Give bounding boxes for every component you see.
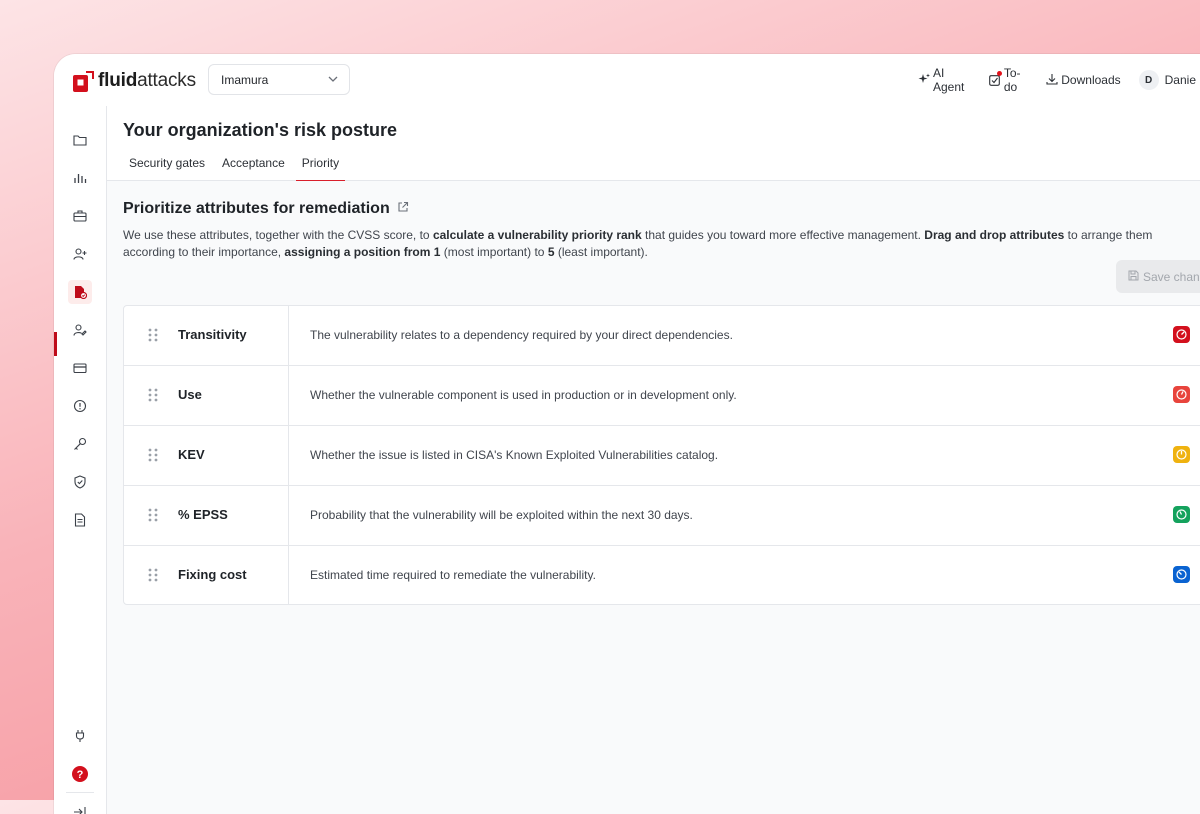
credit-card-icon[interactable] [68,356,92,380]
organization-select[interactable]: Imamura [208,64,350,95]
gauge-icon [1173,326,1190,343]
ai-agent-label: AI Agent [933,66,965,94]
ai-agent-button[interactable]: AI Agent [918,66,971,94]
todo-label: To-do [1003,66,1021,94]
attribute-name: Transitivity [178,327,247,342]
todo-button[interactable]: To-do [988,66,1028,94]
attributes-table: Transitivity The vulnerability relates t… [123,305,1200,605]
tab-priority[interactable]: Priority [295,156,346,182]
notification-dot [996,71,1002,76]
logo-text: fluidattacks [98,70,196,92]
downloads-button[interactable]: Downloads [1046,73,1121,88]
avatar: D [1138,70,1159,90]
attribute-name: KEV [178,447,205,462]
tab-bar: Security gates Acceptance Priority [123,156,350,182]
logo[interactable]: fluidattacks [72,70,196,92]
attribute-row-transitivity[interactable]: Transitivity The vulnerability relates t… [124,306,1200,366]
logo-text-bold: fluid [98,70,138,91]
section-description: We use these attributes, together with t… [123,227,1200,261]
attribute-row-kev[interactable]: KEV Whether the issue is listed in CISA'… [124,426,1200,486]
download-icon [1046,73,1061,88]
shield-check-icon[interactable] [68,470,92,494]
column-divider [288,306,289,365]
expand-sidebar-icon[interactable] [68,800,92,814]
sparkle-icon [918,73,933,88]
organization-select-value: Imamura [221,72,269,87]
drag-handle-icon[interactable] [148,568,158,587]
add-user-icon[interactable] [68,242,92,266]
active-indicator [54,332,57,356]
plug-icon[interactable] [68,724,92,748]
top-bar: fluidattacks Imamura AI Agent To-do Down… [54,54,1200,107]
top-actions: AI Agent To-do Downloads D Danie [918,54,1200,106]
attribute-description: Whether the vulnerable component is used… [310,388,737,402]
save-icon [1128,270,1143,284]
logo-mark-icon [72,71,94,92]
bar-chart-icon[interactable] [68,166,92,190]
user-menu[interactable]: D Danie [1138,70,1196,90]
key-icon[interactable] [68,432,92,456]
user-name: Danie [1164,73,1196,87]
attribute-row-use[interactable]: Use Whether the vulnerable component is … [124,366,1200,426]
gauge-icon [1173,506,1190,523]
logo-text-rest: attacks [137,70,196,91]
column-divider [288,426,289,485]
policy-document-icon[interactable] [68,280,92,304]
document-icon[interactable] [68,508,92,532]
downloads-label: Downloads [1061,73,1121,87]
drag-handle-icon[interactable] [148,508,158,527]
attribute-name: Use [178,387,202,402]
chevron-down-icon [327,73,339,88]
page-header: Your organization's risk posture Securit… [107,106,1200,182]
column-divider [288,546,289,604]
external-link-icon[interactable] [390,200,409,218]
drag-handle-icon[interactable] [148,328,158,347]
page-title: Your organization's risk posture [123,120,397,140]
tab-security-gates[interactable]: Security gates [123,156,211,180]
attribute-description: Probability that the vulnerability will … [310,508,693,522]
desc-bold-2: Drag and drop attributes [924,228,1065,242]
help-icon[interactable]: ? [68,762,92,786]
svg-text:?: ? [77,769,84,781]
attribute-name: % EPSS [178,507,228,522]
user-edit-icon[interactable] [68,318,92,342]
briefcase-icon[interactable] [68,204,92,228]
gauge-icon [1173,566,1190,583]
alert-circle-icon[interactable] [68,394,92,418]
attribute-description: The vulnerability relates to a dependenc… [310,328,733,342]
save-changes-button[interactable]: Save chang [1116,260,1200,293]
desc-part-1: We use these attributes, together with t… [123,228,433,242]
save-changes-label: Save chang [1143,269,1200,284]
desc-part-5: (least important). [554,245,648,259]
desc-part-2: that guides you toward more effective ma… [641,228,925,242]
attribute-description: Estimated time required to remediate the… [310,568,596,582]
attribute-name: Fixing cost [178,567,247,582]
attribute-row-epss[interactable]: % EPSS Probability that the vulnerabilit… [124,486,1200,546]
desc-part-4: (most important) to [440,245,548,259]
desc-bold-4: 5 [547,245,555,259]
section-title: Prioritize attributes for remediation [123,200,409,218]
gauge-icon [1173,386,1190,403]
drag-handle-icon[interactable] [148,388,158,407]
app-window: fluidattacks Imamura AI Agent To-do Down… [54,54,1200,814]
gauge-icon [1173,446,1190,463]
sidebar: ? [54,106,107,814]
desc-bold-1: calculate a vulnerability priority rank [432,228,642,242]
attribute-description: Whether the issue is listed in CISA's Kn… [310,448,719,462]
folder-icon[interactable] [68,128,92,152]
column-divider [288,486,289,545]
column-divider [288,366,289,425]
sidebar-divider [66,792,94,793]
checkbox-icon [988,71,1004,86]
section-title-text: Prioritize attributes for remediation [123,200,390,217]
tab-acceptance[interactable]: Acceptance [216,156,291,180]
desc-bold-3: assigning a position from 1 [284,245,441,259]
attribute-row-fixing-cost[interactable]: Fixing cost Estimated time required to r… [124,546,1200,604]
drag-handle-icon[interactable] [148,448,158,467]
main-content: Prioritize attributes for remediation We… [107,181,1200,814]
